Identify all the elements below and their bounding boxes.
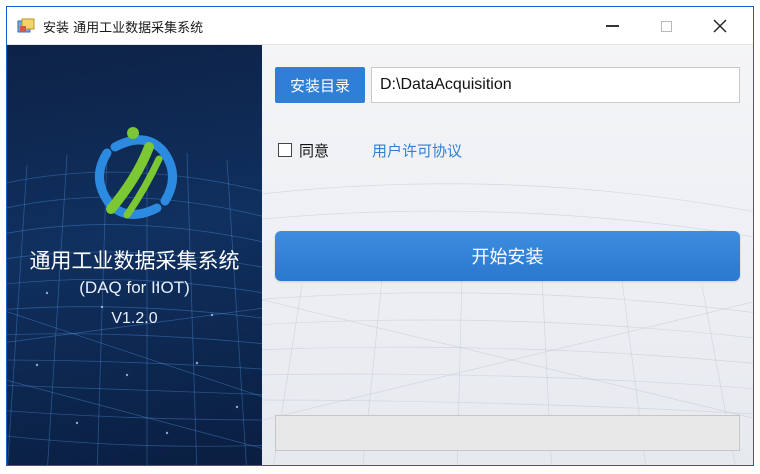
- install-form-panel: 安装目录 同意 用户许可协议 开始安装: [262, 45, 753, 465]
- agree-checkbox[interactable]: [278, 143, 292, 157]
- installer-window: 安装 通用工业数据采集系统 通用工业数据采集系统 (DAQ for IIOT) …: [6, 6, 754, 466]
- brand-panel: 通用工业数据采集系统 (DAQ for IIOT) V1.2.0: [7, 45, 262, 465]
- daq-logo-icon: [95, 127, 177, 219]
- start-install-label: 开始安装: [471, 247, 544, 268]
- close-button[interactable]: [697, 7, 743, 45]
- maximize-icon: [660, 20, 672, 32]
- title-bar[interactable]: 安装 通用工业数据采集系统: [7, 7, 753, 45]
- agree-label[interactable]: 同意: [299, 140, 329, 161]
- product-subtitle: (DAQ for IIOT): [79, 278, 190, 297]
- minimize-icon: [605, 25, 619, 27]
- installer-icon: [17, 18, 35, 33]
- install-progress-bar: [275, 415, 740, 451]
- close-icon: [713, 19, 727, 33]
- start-install-button[interactable]: 开始安装: [275, 231, 740, 281]
- install-dir-label[interactable]: 安装目录: [275, 67, 365, 103]
- product-version: V1.2.0: [111, 310, 158, 327]
- window-title: 安装 通用工业数据采集系统: [43, 21, 204, 36]
- minimize-button[interactable]: [589, 7, 635, 45]
- maximize-button[interactable]: [643, 7, 689, 45]
- license-agreement-link[interactable]: 用户许可协议: [372, 140, 462, 161]
- install-dir-input[interactable]: [371, 67, 740, 103]
- product-name: 通用工业数据采集系统: [29, 249, 240, 273]
